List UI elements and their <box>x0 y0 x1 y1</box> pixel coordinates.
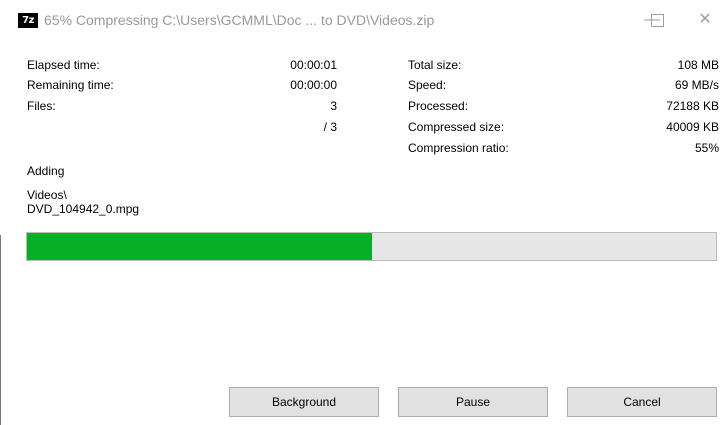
processed-label: Processed: <box>408 99 469 113</box>
remaining-time-value: 00:00:00 <box>290 78 337 92</box>
elapsed-time-value: 00:00:01 <box>290 58 337 72</box>
remaining-time-label: Remaining time: <box>27 78 114 92</box>
total-size-value: 108 MB <box>677 58 719 72</box>
window-left-border <box>0 235 1 425</box>
current-folder: Videos\ <box>27 188 67 202</box>
title-bar[interactable]: 7z 65% Compressing C:\Users\GCMML\Doc ..… <box>0 0 720 40</box>
maximize-icon[interactable] <box>645 8 669 32</box>
elapsed-time-label: Elapsed time: <box>27 58 100 72</box>
progress-bar-fill <box>27 233 372 260</box>
total-size-label: Total size: <box>408 58 462 72</box>
processed-value: 72188 KB <box>666 99 719 113</box>
7zip-app-icon: 7z <box>18 13 38 28</box>
speed-value: 69 MB/s <box>674 78 719 92</box>
files-value: 3 <box>330 99 337 113</box>
files-label: Files: <box>27 99 56 113</box>
compressed-size-value: 40009 KB <box>666 120 719 134</box>
speed-label: Speed: <box>408 78 447 92</box>
background-button[interactable]: Background <box>229 387 379 417</box>
window-title: 65% Compressing C:\Users\GCMML\Doc ... t… <box>44 12 435 28</box>
files-total-value: / 3 <box>323 120 337 134</box>
pause-button[interactable]: Pause <box>398 387 548 417</box>
compressed-size-label: Compressed size: <box>408 120 505 134</box>
progress-bar <box>26 232 717 261</box>
close-icon[interactable]: ✕ <box>693 8 717 32</box>
status-action: Adding <box>27 164 65 178</box>
compression-ratio-value: 55% <box>694 141 719 155</box>
compression-ratio-label: Compression ratio: <box>408 141 509 155</box>
current-file: DVD_104942_0.mpg <box>27 202 140 216</box>
cancel-button[interactable]: Cancel <box>567 387 717 417</box>
